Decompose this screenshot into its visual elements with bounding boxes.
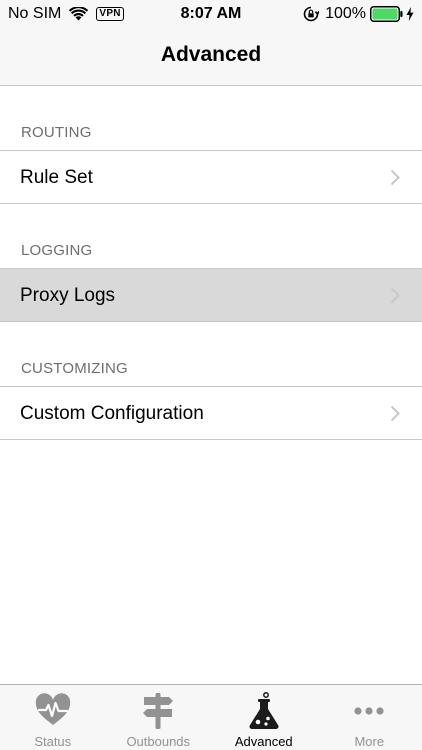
chevron-right-icon [390,169,400,186]
battery-percent: 100% [325,5,366,22]
tab-outbounds[interactable]: Outbounds [106,685,212,750]
tab-more[interactable]: More [317,685,422,750]
status-bar: No SIM VPN 8:07 AM 100% [0,0,422,30]
section-header-logging: LOGGING [21,242,93,259]
tab-bar: Status Outbounds Advanced More [0,684,422,750]
section-header-routing: ROUTING [21,124,92,141]
chevron-right-icon [390,405,400,422]
chevron-right-icon [390,287,400,304]
cell-label: Proxy Logs [20,285,116,306]
page-title: Advanced [160,43,262,66]
signpost-icon [143,693,174,729]
proxy-logs-cell[interactable]: Proxy Logs [0,268,422,322]
flask-icon [249,692,279,730]
custom-configuration-cell[interactable]: Custom Configuration [0,386,422,440]
tab-status[interactable]: Status [0,685,106,750]
rotation-lock-icon [303,6,320,22]
more-dots-icon [354,707,384,715]
settings-list: ROUTING Rule Set LOGGING Proxy Logs CUST… [0,86,422,440]
battery-icon [370,6,403,22]
tab-label: Status [34,734,72,749]
navigation-bar: Advanced [0,30,422,86]
cell-label: Custom Configuration [20,403,204,424]
cell-label: Rule Set [20,167,93,188]
charging-bolt-icon [406,7,414,21]
tab-label: More [354,734,385,749]
tab-label: Outbounds [126,734,191,749]
heart-pulse-icon [35,693,70,725]
status-right: 100% [303,5,414,23]
rule-set-cell[interactable]: Rule Set [0,150,422,204]
tab-advanced[interactable]: Advanced [211,685,317,750]
tab-label: Advanced [234,734,293,749]
section-header-customizing: CUSTOMIZING [21,360,128,377]
screen: No SIM VPN 8:07 AM 100% Advanced ROUTING… [0,0,422,750]
